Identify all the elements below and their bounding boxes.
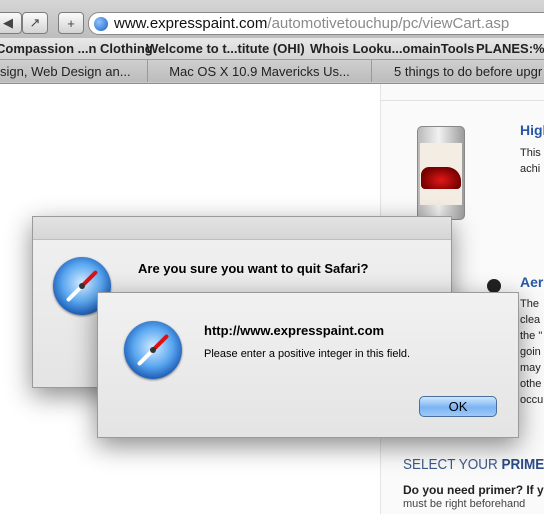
tab[interactable]: sign, Web Design an...: [0, 60, 148, 82]
product-desc-line: goin: [520, 346, 541, 358]
product-desc-line: This: [520, 147, 541, 159]
product-desc-line: occu: [520, 394, 544, 406]
ok-button[interactable]: OK: [419, 396, 497, 417]
bookmark-item[interactable]: Welcome to t...titute (OHI): [146, 41, 305, 56]
tab-bar: sign, Web Design an... Mac OS X 10.9 Mav…: [0, 60, 544, 84]
product-desc-line: clea: [520, 314, 541, 326]
primer-question: Do you need primer? If yo: [403, 483, 544, 497]
safari-icon: [124, 321, 182, 379]
compass-center-icon: [79, 283, 85, 289]
bookmark-item[interactable]: Whois Looku...omainTools: [310, 41, 474, 56]
share-icon: ↗: [29, 15, 41, 30]
new-tab-button[interactable]: +: [58, 12, 84, 34]
section-heading: SELECT YOUR PRIMER: [403, 456, 544, 473]
primer-hint: must be right beforehand: [403, 498, 526, 510]
tab[interactable]: Mac OS X 10.9 Mavericks Us...: [148, 60, 372, 82]
address-bar[interactable]: www.expresspaint.com /automotivetouchup/…: [88, 12, 544, 35]
product-desc-line: achi: [520, 163, 541, 175]
bookmark-item[interactable]: Compassion ...n Clothing: [0, 41, 153, 56]
product-desc-line: The: [520, 298, 539, 310]
dialog-title-strip: [33, 217, 451, 240]
globe-icon: [94, 16, 108, 31]
url-host: www.expresspaint.com: [114, 15, 268, 32]
product-desc-line: the ": [520, 330, 543, 342]
alert-title: http://www.expresspaint.com: [204, 323, 385, 338]
bookmarks-bar: Compassion ...n Clothing Welcome to t...…: [0, 38, 544, 60]
tab-label: 5 things to do before upgr: [394, 63, 543, 79]
tab[interactable]: 5 things to do before upgr: [372, 60, 544, 82]
alert-message: Please enter a positive integer in this …: [204, 348, 411, 360]
product-desc-line: othe: [520, 378, 542, 390]
url-path: /automotivetouchup/pc/viewCart.asp: [267, 15, 510, 32]
divider: [380, 100, 544, 101]
back-button[interactable]: ◀: [0, 12, 22, 34]
back-icon: ◀: [3, 15, 13, 30]
dialog-title: Are you sure you want to quit Safari?: [138, 261, 369, 276]
product-title[interactable]: High: [520, 122, 544, 138]
clearcoat-can-image: [417, 126, 465, 220]
alert-dialog: http://www.expresspaint.com Please enter…: [97, 292, 519, 438]
ok-button-label: OK: [448, 399, 468, 414]
car-image: [421, 167, 461, 189]
plus-icon: +: [67, 15, 75, 31]
section-heading-bold: PRIMER: [501, 456, 544, 473]
tab-label: Mac OS X 10.9 Mavericks Us...: [169, 63, 350, 79]
aerosol-can-image: [487, 279, 501, 293]
share-button[interactable]: ↗: [22, 12, 48, 34]
tab-label: sign, Web Design an...: [0, 63, 131, 79]
product-desc-line: may: [520, 362, 541, 374]
product-title[interactable]: Aero: [520, 274, 544, 290]
compass-center-icon: [150, 347, 156, 353]
bookmark-item[interactable]: PLANES:%20: [476, 41, 544, 56]
section-heading-prefix: SELECT YOUR: [403, 456, 498, 473]
browser-toolbar: ◀ ↗ + www.expresspaint.com /automotiveto…: [0, 0, 544, 39]
